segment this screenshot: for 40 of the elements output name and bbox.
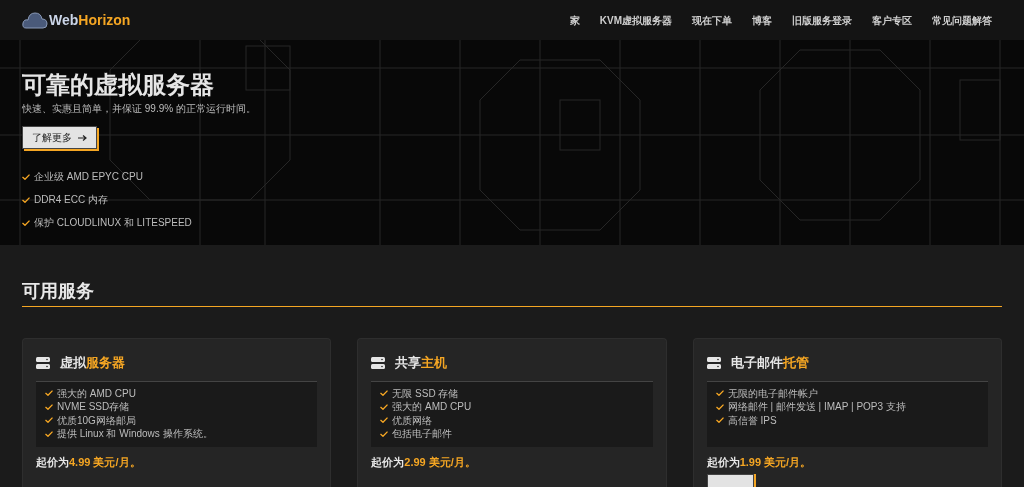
feature-text: 无限 SSD 存储 xyxy=(392,386,459,400)
check-icon xyxy=(22,196,30,203)
cloud-logo-icon xyxy=(22,10,48,30)
nav-link[interactable]: 客户专区 xyxy=(872,12,912,28)
price-text: 起价为2.99 美元/月。 xyxy=(371,454,476,470)
arrow-right-icon xyxy=(78,134,87,141)
feature-text: 优质10G网络邮局 xyxy=(57,413,136,427)
card-title: 虚拟服务器 xyxy=(60,354,125,372)
nav-link[interactable]: KVM虚拟服务器 xyxy=(599,12,672,28)
price-text: 起价为1.99 美元/月。 xyxy=(706,454,812,470)
nav-link[interactable]: 博客 xyxy=(752,12,772,28)
server-icon xyxy=(706,356,721,369)
nav-link[interactable]: 常见问题解答 xyxy=(932,12,992,28)
feature-text: 高信誉 IPS xyxy=(727,413,777,427)
feature-text: 包括电子邮件 xyxy=(392,427,453,441)
nav-link[interactable]: 旧版服务登录 xyxy=(792,12,852,28)
feature-text: 无限的电子邮件帐户 xyxy=(727,386,818,400)
hero-subtitle: 快速、实惠且简单，并保证 99.9% 的正常运行时间。 xyxy=(22,102,256,116)
section-title: 可用服务 xyxy=(22,280,94,302)
feature-text: 强大的 AMD CPU xyxy=(57,386,136,400)
logo-text[interactable]: WebHorizon xyxy=(49,9,131,31)
feature-text: 企业级 AMD EPYC CPU xyxy=(34,170,143,184)
feature-text: 强大的 AMD CPU xyxy=(392,400,472,414)
price-text: 起价为4.99 美元/月。 xyxy=(36,454,141,470)
feature-text: 保护 CLOUDLINUX 和 LITESPEED xyxy=(34,216,192,230)
feature-text: DDR4 ECC 内存 xyxy=(34,193,108,207)
feature-text: NVME SSD存储 xyxy=(57,400,130,414)
feature-text: 优质网络 xyxy=(392,413,433,427)
server-icon xyxy=(371,356,386,369)
feature-text: 提供 Linux 和 Windows 操作系统。 xyxy=(57,427,213,441)
card-title: 共享主机 xyxy=(395,354,448,372)
learn-more-button[interactable]: 了解更多 xyxy=(22,126,97,149)
nav-link[interactable]: 家 xyxy=(569,12,580,28)
feature-text: 网络邮件 | 邮件发送 | IMAP | POP3 支持 xyxy=(727,400,906,414)
server-icon xyxy=(36,356,50,369)
check-icon xyxy=(22,219,30,226)
nav-link[interactable]: 现在下单 xyxy=(692,12,732,28)
check-icon xyxy=(22,173,30,180)
card-title: 电子邮件托管 xyxy=(730,354,809,372)
hero-title: 可靠的虚拟服务器 xyxy=(22,70,214,100)
